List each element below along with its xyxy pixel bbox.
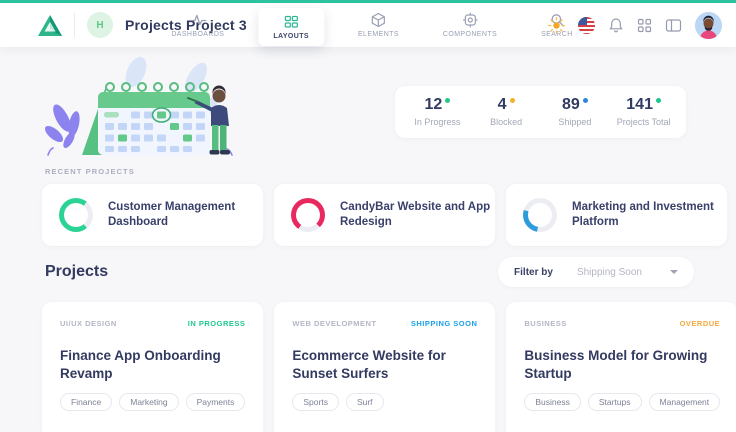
project-status-badge: OVERDUE	[680, 319, 721, 328]
stat-projects-total: 141 Projects Total	[609, 97, 678, 127]
project-category: UI/UX DESIGN	[60, 319, 117, 328]
apps-grid-icon	[637, 18, 652, 33]
sidebar-toggle-button[interactable]	[665, 18, 682, 33]
stat-blocked: 4 Blocked	[472, 97, 541, 127]
recent-card-title: CandyBar Website and App Redesign	[340, 200, 495, 230]
recent-card-title: Customer Management Dashboard	[108, 200, 263, 230]
project-tag[interactable]: Startups	[588, 393, 642, 411]
bell-icon	[608, 17, 624, 34]
stat-dot	[656, 98, 661, 103]
sun-icon	[548, 17, 565, 34]
recent-card-title: Marketing and Investment Platform	[572, 200, 727, 230]
stat-label: Blocked	[490, 117, 522, 127]
recent-projects-heading: RECENT PROJECTS	[45, 167, 135, 176]
project-status-badge: SHIPPING SOON	[411, 319, 478, 328]
divider	[74, 13, 75, 37]
project-title: Business Model for Growing Startup	[524, 347, 709, 382]
apps-button[interactable]	[637, 18, 652, 33]
stat-value: 89	[562, 97, 580, 113]
project-tag[interactable]: Payments	[186, 393, 246, 411]
nav-components[interactable]: COMPONENTS	[433, 7, 507, 43]
project-tag[interactable]: Finance	[60, 393, 112, 411]
project-tag[interactable]: Business	[524, 393, 581, 411]
project-card-business-model[interactable]: BUSINESS OVERDUE Business Model for Grow…	[506, 302, 736, 432]
language-button[interactable]	[578, 17, 595, 34]
navbar: H Projects Project 3 DASHBOARDS LAYOUTS	[0, 3, 736, 47]
stat-dot	[510, 98, 515, 103]
app-logo-icon[interactable]	[38, 15, 62, 36]
project-card-finance-app[interactable]: UI/UX DESIGN IN PROGRESS Finance App Onb…	[42, 302, 263, 432]
nav-elements[interactable]: ELEMENTS	[348, 7, 409, 43]
projects-heading: Projects	[42, 263, 108, 281]
project-title: Finance App Onboarding Revamp	[60, 347, 245, 382]
filter-label: Filter by	[514, 267, 553, 278]
stat-dot	[445, 98, 450, 103]
stat-value: 141	[626, 97, 653, 113]
nav-layouts[interactable]: LAYOUTS	[258, 8, 324, 46]
project-category: BUSINESS	[524, 319, 566, 328]
gear-icon	[462, 12, 478, 28]
us-flag-icon	[578, 17, 595, 34]
nav-label: LAYOUTS	[273, 33, 309, 40]
layout-grid-icon	[283, 14, 299, 30]
project-tag[interactable]: Surf	[346, 393, 384, 411]
stat-value: 12	[424, 97, 442, 113]
recent-projects-row: Customer Management Dashboard CandyBar W…	[42, 184, 694, 246]
project-title: Ecommerce Website for Sunset Surfers	[292, 347, 477, 382]
project-category: WEB DEVELOPMENT	[292, 319, 376, 328]
project-cards-row: UI/UX DESIGN IN PROGRESS Finance App Onb…	[42, 302, 694, 432]
main-nav: DASHBOARDS LAYOUTS ELEMENTS	[161, 3, 582, 47]
sidebar-icon	[665, 18, 682, 33]
recent-card-candybar[interactable]: CandyBar Website and App Redesign	[274, 184, 495, 246]
activity-icon	[190, 12, 206, 28]
cube-icon	[370, 12, 386, 28]
stat-label: In Progress	[414, 117, 460, 127]
progress-ring	[523, 198, 557, 232]
stat-label: Projects Total	[617, 117, 671, 127]
calendar-illustration	[36, 56, 241, 164]
navbar-actions	[548, 3, 722, 47]
stat-value: 4	[498, 97, 507, 113]
stat-dot	[583, 98, 588, 103]
stat-label: Shipped	[558, 117, 591, 127]
recent-card-marketing[interactable]: Marketing and Investment Platform	[506, 184, 727, 246]
user-avatar-image	[695, 12, 722, 39]
chevron-down-icon	[670, 270, 678, 274]
stat-shipped: 89 Shipped	[541, 97, 610, 127]
filter-dropdown[interactable]: Filter by Shipping Soon	[498, 257, 694, 287]
project-tag[interactable]: Sports	[292, 393, 339, 411]
stat-in-progress: 12 In Progress	[403, 97, 472, 127]
user-avatar[interactable]	[695, 12, 722, 39]
project-card-ecommerce[interactable]: WEB DEVELOPMENT SHIPPING SOON Ecommerce …	[274, 302, 495, 432]
nav-dashboards[interactable]: DASHBOARDS	[161, 7, 234, 43]
nav-label: COMPONENTS	[443, 31, 497, 38]
project-status-badge: IN PROGRESS	[188, 319, 246, 328]
stats-summary-card: 12 In Progress 4 Blocked 89 Shipped 141 …	[395, 86, 686, 138]
project-tag[interactable]: Management	[649, 393, 721, 411]
filter-value: Shipping Soon	[577, 267, 642, 278]
progress-ring	[291, 198, 325, 232]
project-tag[interactable]: Marketing	[119, 393, 178, 411]
theme-toggle-button[interactable]	[548, 17, 565, 34]
top-accent-bar	[0, 0, 736, 3]
workspace-avatar[interactable]: H	[87, 12, 113, 38]
nav-label: DASHBOARDS	[171, 31, 224, 38]
recent-card-customer-management[interactable]: Customer Management Dashboard	[42, 184, 263, 246]
nav-label: ELEMENTS	[358, 31, 399, 38]
progress-ring	[59, 198, 93, 232]
notifications-button[interactable]	[608, 17, 624, 34]
